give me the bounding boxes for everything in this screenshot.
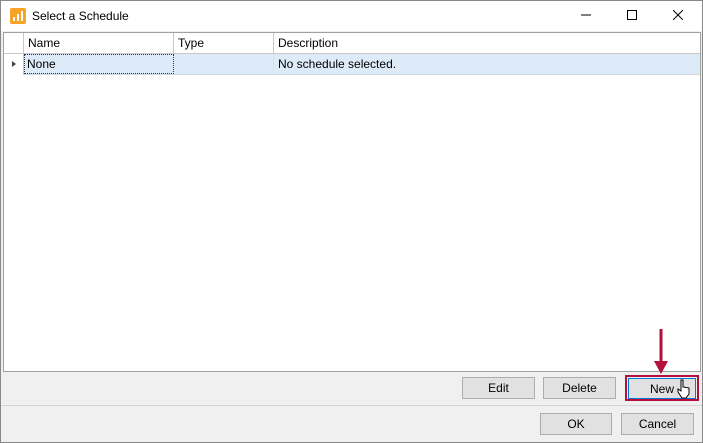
table-row[interactable]: None No schedule selected. (4, 54, 700, 75)
schedule-grid[interactable]: Name Type Description None No schedule s… (3, 32, 701, 372)
row-selector-header[interactable] (4, 33, 24, 54)
grid-header: Name Type Description (4, 33, 700, 54)
column-header-type[interactable]: Type (174, 33, 274, 54)
close-icon (672, 9, 684, 23)
minimize-icon (581, 9, 591, 23)
column-header-description[interactable]: Description (274, 33, 700, 54)
cell-description[interactable]: No schedule selected. (274, 54, 700, 74)
current-row-arrow-icon (12, 61, 16, 67)
minimize-button[interactable] (563, 1, 609, 31)
chart-bars-icon (10, 8, 26, 24)
column-header-name[interactable]: Name (24, 33, 174, 54)
annotation-arrow-icon (653, 329, 669, 375)
maximize-button[interactable] (609, 1, 655, 31)
row-selector[interactable] (4, 54, 24, 75)
close-button[interactable] (655, 1, 701, 31)
mouse-pointer-icon (677, 379, 691, 399)
title-bar[interactable]: Select a Schedule (1, 1, 702, 31)
maximize-icon (627, 9, 637, 23)
window-title: Select a Schedule (32, 9, 129, 23)
cell-type[interactable] (174, 54, 274, 74)
edit-button[interactable]: Edit (462, 377, 535, 399)
cancel-button[interactable]: Cancel (621, 413, 694, 435)
ok-button[interactable]: OK (540, 413, 612, 435)
footer-divider (1, 405, 702, 406)
cell-name[interactable]: None (24, 54, 174, 74)
delete-button[interactable]: Delete (543, 377, 616, 399)
select-schedule-dialog: Select a Schedule Name Type Description (0, 0, 703, 443)
